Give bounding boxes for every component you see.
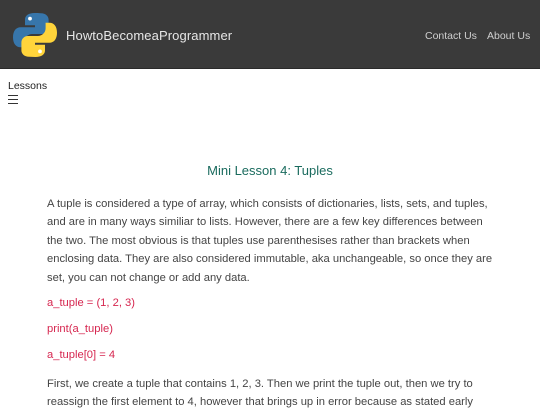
site-brand[interactable]: HowtoBecomeaProgrammer [66, 28, 232, 43]
code-line-2: print(a_tuple) [47, 323, 113, 336]
lesson-intro: A tuple is considered a type of array, w… [47, 198, 493, 284]
lesson-title: Mini Lesson 4: Tuples [207, 163, 333, 178]
lessons-label: Lessons [8, 80, 48, 92]
python-logo-icon[interactable] [11, 11, 59, 59]
nav-about-us[interactable]: About Us [487, 30, 530, 42]
hamburger-menu-icon[interactable] [8, 95, 18, 105]
top-navbar: HowtoBecomeaProgrammer Contact Us About … [0, 0, 540, 69]
code-line-3: a_tuple[0] = 4 [47, 349, 116, 362]
code-line-1: a_tuple = (1, 2, 3) [47, 297, 136, 310]
lesson-explanation: First, we create a tuple that contains 1… [47, 378, 473, 409]
nav-contact-us[interactable]: Contact Us [425, 30, 477, 42]
lesson-content: A tuple is considered a type of array, w… [47, 195, 497, 412]
